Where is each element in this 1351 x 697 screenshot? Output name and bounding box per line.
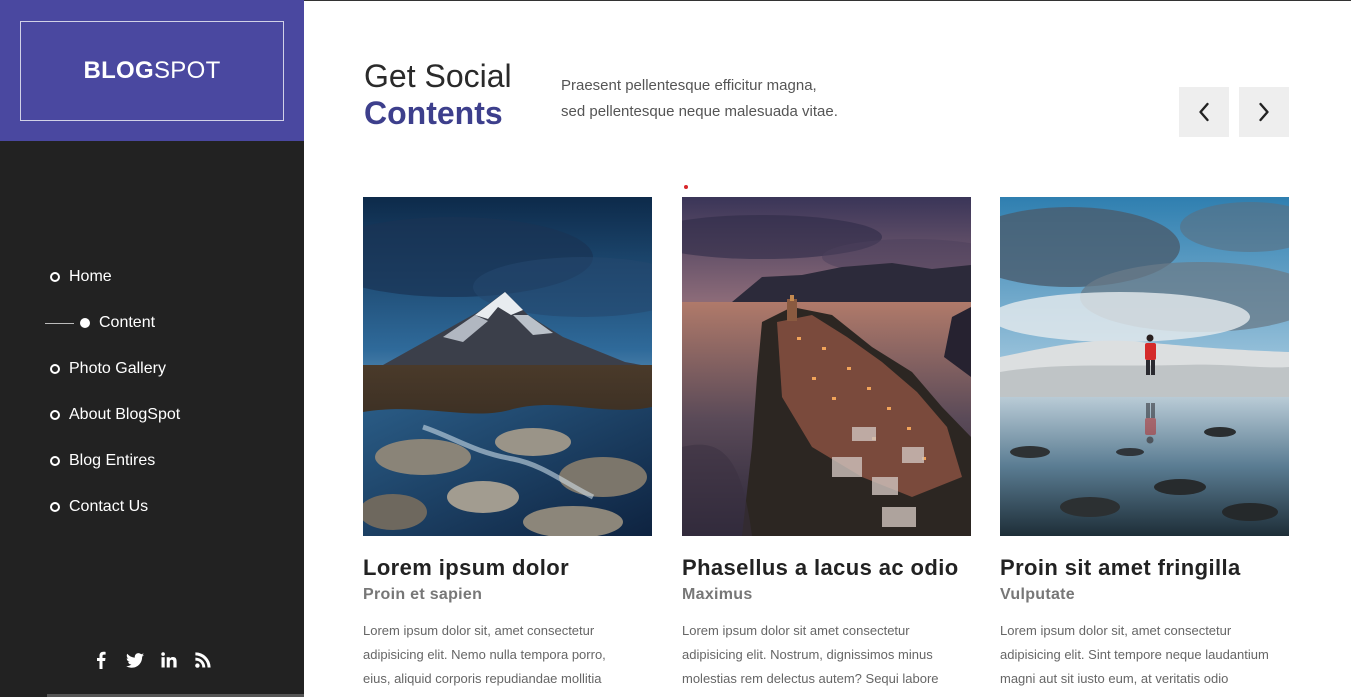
main-content: Get Social Contents Praesent pellentesqu…	[304, 0, 1351, 697]
nav-item-contact[interactable]: Contact Us	[50, 495, 148, 519]
content-card[interactable]: Lorem ipsum dolor Proin et sapien Lorem …	[363, 197, 652, 691]
nav-item-label: Content	[99, 314, 156, 331]
nav-item-label: Contact Us	[69, 498, 149, 515]
bullet-icon	[50, 502, 60, 512]
card-title[interactable]: Lorem ipsum dolor	[363, 554, 652, 582]
active-indicator-line	[45, 322, 74, 324]
nav-item-home[interactable]: Home	[50, 265, 112, 289]
section-heading: Get Social Contents	[364, 57, 512, 131]
coastal-village-sunset-photo[interactable]	[682, 197, 971, 536]
bullet-icon	[80, 318, 90, 328]
card-excerpt: Lorem ipsum dolor sit, amet consectetur …	[363, 619, 655, 691]
content-card[interactable]: Phasellus a lacus ac odio Maximus Lorem …	[682, 197, 971, 691]
sidebar: BLOG SPOT Home Content Photo Gallery Abou…	[0, 0, 304, 697]
brand-header: BLOG SPOT	[0, 0, 304, 141]
section-title-line1: Get Social	[364, 58, 512, 94]
rss-icon[interactable]	[194, 651, 212, 669]
nav-item-content[interactable]: Content	[45, 311, 155, 335]
section-description: Praesent pellentesque efficitur magna, s…	[561, 73, 881, 125]
bullet-icon	[50, 272, 60, 282]
excerpt-line: eius, aliquid corporis repudiandae molli…	[363, 671, 602, 686]
description-line: Praesent pellentesque efficitur magna,	[561, 77, 817, 94]
logo-light-text: SPOT	[153, 57, 221, 84]
content-card[interactable]: Proin sit amet fringilla Vulputate Lorem…	[1000, 197, 1289, 691]
logo[interactable]: BLOG SPOT	[20, 21, 284, 121]
card-subtitle: Proin et sapien	[363, 586, 483, 603]
excerpt-line: adipisicing elit. Sint tempore neque lau…	[1000, 647, 1269, 662]
nav-item-label: Photo Gallery	[69, 360, 166, 377]
card-excerpt: Lorem ipsum dolor sit, amet consectetur …	[1000, 619, 1292, 691]
nav-item-about[interactable]: About BlogSpot	[50, 403, 180, 427]
card-subtitle: Maximus	[682, 586, 753, 603]
card-title[interactable]: Proin sit amet fringilla	[1000, 554, 1289, 582]
excerpt-line: Lorem ipsum dolor sit amet consectetur	[682, 623, 910, 638]
nav-item-label: Home	[69, 268, 112, 285]
facebook-icon[interactable]	[92, 651, 110, 669]
bullet-icon	[50, 410, 60, 420]
chevron-left-icon	[1199, 102, 1209, 122]
indicator-dot	[684, 185, 688, 189]
excerpt-line: Lorem ipsum dolor sit, amet consectetur	[1000, 623, 1232, 638]
card-title[interactable]: Phasellus a lacus ac odio	[682, 554, 971, 582]
social-links	[92, 651, 212, 669]
section-title-line2: Contents	[364, 95, 503, 131]
card-excerpt: Lorem ipsum dolor sit amet consectetur a…	[682, 619, 974, 691]
bullet-icon	[50, 364, 60, 374]
description-line: sed pellentesque neque malesuada vitae.	[561, 103, 838, 120]
mountain-river-photo[interactable]	[363, 197, 652, 536]
linkedin-icon[interactable]	[160, 651, 178, 669]
hiker-reflection-photo[interactable]	[1000, 197, 1289, 536]
logo-bold-text: BLOG	[83, 57, 154, 84]
card-subtitle: Vulputate	[1000, 586, 1075, 603]
excerpt-line: Lorem ipsum dolor sit, amet consectetur	[363, 623, 595, 638]
carousel-next-button[interactable]	[1239, 87, 1289, 137]
bullet-icon	[50, 456, 60, 466]
chevron-right-icon	[1259, 102, 1269, 122]
excerpt-line: adipisicing elit. Nostrum, dignissimos m…	[682, 647, 933, 662]
nav-item-photo-gallery[interactable]: Photo Gallery	[50, 357, 166, 381]
twitter-icon[interactable]	[126, 651, 144, 669]
nav-item-label: About BlogSpot	[69, 406, 181, 423]
excerpt-line: adipisicing elit. Nemo nulla tempora por…	[363, 647, 606, 662]
nav-item-blog-entries[interactable]: Blog Entires	[50, 449, 155, 473]
carousel-prev-button[interactable]	[1179, 87, 1229, 137]
excerpt-line: molestias rem delectus autem? Sequi labo…	[682, 671, 939, 686]
nav-item-label: Blog Entires	[69, 452, 156, 469]
excerpt-line: magni aut sit iusto eum, at veritatis od…	[1000, 671, 1229, 686]
